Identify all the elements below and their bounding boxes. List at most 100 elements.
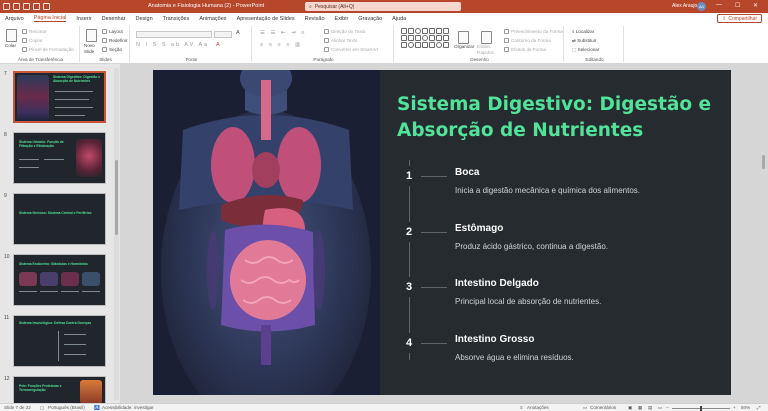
slide-sorter-icon[interactable]: ▦ — [638, 405, 642, 411]
thumb-title: Sistema Nervoso: Sistema Central e Perif… — [19, 211, 92, 215]
font-size-grow-icon[interactable]: A — [236, 30, 242, 36]
layout-label: Layout — [109, 29, 123, 34]
copy-button[interactable]: Copiar — [22, 38, 43, 44]
thumb-title: Sistema Endócrino: Glândulas e Hormônios — [19, 262, 88, 266]
autosave-icon[interactable] — [3, 3, 10, 10]
find-button[interactable]: ⌕ Localizar — [572, 29, 594, 34]
thumb-number: 9 — [4, 193, 7, 199]
thumbnail-slide-12[interactable]: Pele: Funções Protetoras e Termorregulaç… — [13, 376, 106, 403]
reading-view-icon[interactable]: ▤ — [648, 405, 652, 411]
thumbnail-slide-10[interactable]: Sistema Endócrino: Glândulas e Hormônios — [13, 254, 106, 306]
thumb-image — [40, 272, 58, 286]
tab-desenhar[interactable]: Desenhar — [102, 16, 126, 22]
shapes-gallery[interactable] — [401, 28, 451, 52]
comments-button[interactable]: Comentários — [590, 405, 616, 410]
search-box[interactable]: ⌕ Pesquisar (Alt+Q) — [305, 2, 461, 11]
shape-fill-button[interactable]: Preenchimento da Forma — [504, 29, 563, 35]
fit-slide-icon[interactable]: ⤢ — [757, 405, 761, 410]
list-buttons[interactable]: ☰ ☰ ⇤ ⇥ ≡ — [260, 30, 306, 36]
thumb-number: 7 — [4, 71, 7, 77]
text-direction-button[interactable]: Direção do Texto — [324, 29, 365, 35]
zoom-level[interactable]: 94% — [741, 405, 750, 410]
font-format-buttons[interactable]: N I S S ab AV Aa — [136, 42, 209, 48]
redo-icon[interactable] — [33, 3, 40, 10]
thumbnail-scrollbar-thumb[interactable] — [115, 160, 118, 235]
clipboard-group: Colar Recortar Copiar Pincel de Formataç… — [2, 26, 80, 62]
tab-inserir[interactable]: Inserir — [76, 16, 91, 22]
tab-exibir[interactable]: Exibir — [335, 16, 349, 22]
select-button[interactable]: ⬚ Selecionar — [572, 47, 599, 53]
user-name[interactable]: Alex Araujo — [672, 3, 697, 9]
replace-button[interactable]: ⇄ Substituir — [572, 38, 596, 44]
thumbnail-slide-8[interactable]: Sistema Urinário: Função de Filtração e … — [13, 132, 106, 184]
thumb-text-line — [40, 291, 58, 292]
font-family-select[interactable] — [136, 31, 212, 38]
paste-icon[interactable] — [6, 29, 17, 42]
font-size-select[interactable] — [214, 31, 232, 38]
notes-button[interactable]: Anotações — [527, 405, 549, 410]
tab-design[interactable]: Design — [136, 16, 153, 22]
tab-animacoes[interactable]: Animações — [199, 16, 226, 22]
reset-button[interactable]: Redefinir — [102, 38, 127, 44]
tab-gravacao[interactable]: Gravação — [358, 16, 382, 22]
align-text-button[interactable]: Alinhar Texto — [324, 38, 358, 44]
slides-group-label: Slides — [99, 57, 112, 62]
share-button[interactable]: ⇪ Compartilhar — [717, 14, 762, 23]
editor-scrollbar-thumb[interactable] — [762, 155, 765, 169]
thumb-text-line — [55, 91, 93, 92]
new-slide-icon[interactable] — [86, 29, 97, 42]
undo-icon[interactable] — [23, 3, 30, 10]
avatar[interactable]: AA — [697, 2, 706, 11]
slideshow-icon[interactable]: ▭ — [658, 405, 662, 411]
zoom-out-icon[interactable]: − — [666, 405, 669, 410]
fill-icon — [504, 29, 509, 35]
accessibility-status[interactable]: Acessibilidade: investigar — [102, 405, 154, 410]
step-number: 2 — [399, 222, 419, 242]
close-icon[interactable]: ✕ — [753, 2, 758, 9]
share-icon: ⇪ — [722, 15, 727, 22]
thumb-text-line — [64, 354, 86, 355]
current-slide[interactable]: Sistema Digestivo: Digestão e Absorção d… — [153, 70, 731, 395]
normal-view-icon[interactable]: ▣ — [628, 405, 632, 411]
thumbnail-slide-9[interactable]: Sistema Nervoso: Sistema Central e Perif… — [13, 193, 106, 245]
arrange-button[interactable]: Organizar — [454, 44, 474, 49]
zoom-in-icon[interactable]: + — [733, 405, 736, 410]
align-text-label: Alinhar Texto — [331, 38, 358, 43]
font-color-icon[interactable]: A — [216, 42, 222, 48]
tab-pagina-inicial[interactable]: Página Inicial — [33, 15, 67, 22]
format-painter-button[interactable]: Pincel de Formatação — [22, 47, 74, 53]
step-description: Inicia a digestão mecânica e química dos… — [455, 186, 640, 195]
tab-transicoes[interactable]: Transições — [163, 16, 190, 22]
tab-apresentacao[interactable]: Apresentação de Slides — [237, 16, 295, 22]
language-status[interactable]: Português (Brasil) — [48, 405, 85, 410]
align-buttons[interactable]: ≡ ≡ ≡ ≡ ▥ — [260, 42, 302, 48]
maximize-icon[interactable]: ☐ — [735, 2, 740, 9]
thumb-title: Sistema Digestivo: Digestão e Absorção d… — [53, 75, 101, 83]
thumb-number: 11 — [4, 315, 10, 321]
save-icon[interactable] — [13, 3, 20, 10]
cut-button[interactable]: Recortar — [22, 29, 47, 35]
thumbnail-slide-11[interactable]: Sistema Imunológico: Defesa Contra Doenç… — [13, 315, 106, 367]
quick-styles-icon[interactable] — [481, 31, 492, 44]
present-icon[interactable] — [43, 3, 50, 10]
zoom-slider-handle[interactable] — [700, 406, 702, 411]
reset-icon — [102, 38, 107, 44]
shape-effects-button[interactable]: Efeitos da Forma — [504, 47, 546, 53]
minimize-icon[interactable]: — — [716, 2, 722, 8]
editor-scrollbar[interactable] — [760, 70, 766, 400]
arrange-icon[interactable] — [458, 31, 469, 44]
document-title: Anatomia e Fisiologia Humana (2) - Power… — [148, 3, 265, 9]
layout-button[interactable]: Layout — [102, 29, 123, 35]
shape-outline-button[interactable]: Contorno da Forma — [504, 38, 551, 44]
smartart-button[interactable]: Converter em SmartArt — [324, 47, 378, 53]
thumb-text-line — [19, 159, 39, 160]
slide-title[interactable]: Sistema Digestivo: Digestão e Absorção d… — [397, 92, 717, 144]
tab-arquivo[interactable]: Arquivo — [5, 16, 24, 22]
paste-button[interactable]: Colar — [5, 43, 16, 48]
tab-revisao[interactable]: Revisão — [305, 16, 325, 22]
thumbnail-slide-7[interactable]: Sistema Digestivo: Digestão e Absorção d… — [13, 71, 106, 123]
quick-styles-button[interactable]: Estilos Rápidos — [477, 44, 497, 56]
new-slide-button[interactable]: Novo Slide — [84, 43, 102, 55]
section-button[interactable]: Seção — [102, 47, 122, 53]
tab-ajuda[interactable]: Ajuda — [392, 16, 406, 22]
